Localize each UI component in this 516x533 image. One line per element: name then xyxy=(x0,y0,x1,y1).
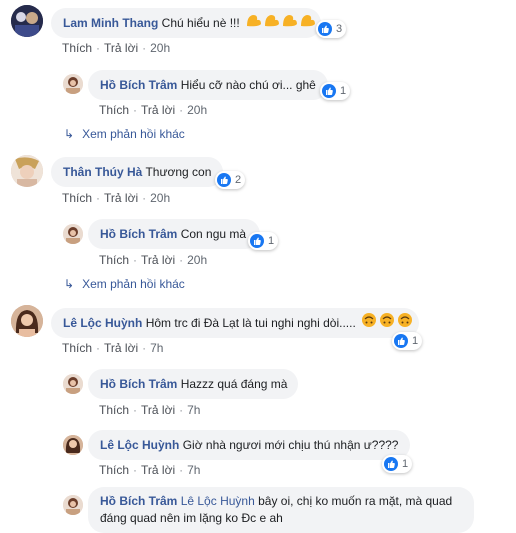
avatar-image-icon xyxy=(63,224,83,244)
reply-button[interactable]: Trả lời xyxy=(104,341,138,355)
comment-time[interactable]: 7h xyxy=(150,341,163,355)
avatar[interactable] xyxy=(63,224,83,244)
comment-text: Hazzz quá đáng mà xyxy=(180,377,288,391)
avatar[interactable] xyxy=(63,374,83,394)
comment-actions: Thích · Trả lời · 7h xyxy=(99,403,201,417)
reply-button[interactable]: Trả lời xyxy=(104,191,138,205)
avatar-image-icon xyxy=(63,374,83,394)
comment-actions: Thích · Trả lời · 7h xyxy=(99,463,201,477)
comment-bubble: Lê Lộc Huỳnh Hôm trc đi Đà Lạt là tui ng… xyxy=(51,308,419,338)
comment-text: Giờ nhà ngươi mới chịu thú nhận ư???? xyxy=(182,438,399,452)
comment-author[interactable]: Lê Lộc Huỳnh xyxy=(63,316,142,330)
more-replies-label: Xem phản hồi khác xyxy=(82,277,185,291)
comment-text: Hôm trc đi Đà Lạt là tui nghi nghi dòi..… xyxy=(145,316,356,330)
reply-arrow-icon: ↳ xyxy=(64,127,75,141)
comment-actions: Thích · Trả lời · 7h xyxy=(62,341,164,355)
thumbs-up-icon xyxy=(217,173,231,187)
comment-time[interactable]: 20h xyxy=(187,103,207,117)
like-button[interactable]: Thích xyxy=(99,103,129,117)
more-replies-link[interactable]: ↳ Xem phản hồi khác xyxy=(64,277,185,291)
like-button[interactable]: Thích xyxy=(62,41,92,55)
thumbs-up-icon xyxy=(384,457,398,471)
comment-bubble: Thân Thúy Hà Thương con xyxy=(51,157,223,187)
comment-bubble: Hồ Bích Trâm Lê Lộc Huỳnh bây oi, chị ko… xyxy=(88,487,474,533)
comment-bubble: Lê Lộc Huỳnh Giờ nhà ngươi mới chịu thú … xyxy=(88,430,410,460)
comment-author[interactable]: Thân Thúy Hà xyxy=(63,165,142,179)
avatar-image-icon xyxy=(11,155,43,187)
avatar-image-icon xyxy=(11,305,43,337)
reply-button[interactable]: Trả lời xyxy=(141,103,175,117)
thumbs-up-icon xyxy=(322,84,336,98)
avatar-image-icon xyxy=(63,435,83,455)
comment-time[interactable]: 20h xyxy=(187,253,207,267)
avatar[interactable] xyxy=(63,435,83,455)
reaction-number: 1 xyxy=(268,235,275,247)
reaction-count[interactable]: 3 xyxy=(316,20,347,38)
avatar[interactable] xyxy=(11,305,43,337)
reply-button[interactable]: Trả lời xyxy=(141,253,175,267)
avatar[interactable] xyxy=(11,5,43,37)
comment-time[interactable]: 20h xyxy=(150,41,170,55)
reaction-number: 1 xyxy=(402,458,409,470)
reaction-count[interactable]: 1 xyxy=(320,82,351,100)
reaction-number: 1 xyxy=(340,85,347,97)
comment-text: Thương con xyxy=(145,165,212,179)
comment-author[interactable]: Hồ Bích Trâm xyxy=(100,78,177,92)
avatar-image-icon xyxy=(63,74,83,94)
reaction-number: 1 xyxy=(412,335,419,347)
reaction-number: 2 xyxy=(235,174,242,186)
comment-bubble: Hồ Bích Trâm Hiểu cỡ nào chú ơi... ghê xyxy=(88,70,328,100)
comment-time[interactable]: 7h xyxy=(187,463,200,477)
comment-author[interactable]: Lê Lộc Huỳnh xyxy=(100,438,179,452)
thumbs-up-icon xyxy=(250,234,264,248)
more-replies-link[interactable]: ↳ Xem phản hồi khác xyxy=(64,127,185,141)
reaction-count[interactable]: 1 xyxy=(382,455,413,473)
comment-actions: Thích · Trả lời · 20h xyxy=(62,41,171,55)
comment-actions: Thích · Trả lời · 20h xyxy=(99,253,208,267)
comment-bubble: Lam Minh Thang Chú hiểu nè !!! xyxy=(51,8,321,38)
thumbs-up-icon xyxy=(394,334,408,348)
comment-actions: Thích · Trả lời · 20h xyxy=(99,103,208,117)
comment-time[interactable]: 7h xyxy=(187,403,200,417)
comment-author[interactable]: Hồ Bích Trâm xyxy=(100,494,177,508)
comment-text-continued: đáng quad nên im lặng ko Đc e ah xyxy=(100,511,283,525)
comment-bubble: Hồ Bích Trâm Hazzz quá đáng mà xyxy=(88,369,298,399)
avatar[interactable] xyxy=(11,155,43,187)
comment-text: Chú hiểu nè !!! xyxy=(161,16,240,30)
avatar-image-icon xyxy=(11,5,43,37)
like-button[interactable]: Thích xyxy=(99,463,129,477)
comment-author[interactable]: Hồ Bích Trâm xyxy=(100,227,177,241)
comment-text: bây oi, chị ko muốn ra mặt, mà quad xyxy=(258,494,453,508)
comment-bubble: Hồ Bích Trâm Con ngu mà xyxy=(88,219,260,249)
reaction-count[interactable]: 1 xyxy=(248,232,279,250)
reply-button[interactable]: Trả lời xyxy=(104,41,138,55)
reply-arrow-icon: ↳ xyxy=(64,277,75,291)
avatar[interactable] xyxy=(63,495,83,515)
like-button[interactable]: Thích xyxy=(62,191,92,205)
reaction-count[interactable]: 1 xyxy=(392,332,423,350)
flexed-biceps-emoji xyxy=(245,9,317,39)
thumbs-up-icon xyxy=(318,22,332,36)
comment-text: Con ngu mà xyxy=(180,227,247,241)
mentioned-user[interactable]: Lê Lộc Huỳnh xyxy=(181,494,255,508)
comment-actions: Thích · Trả lời · 20h xyxy=(62,191,171,205)
comment-time[interactable]: 20h xyxy=(150,191,170,205)
comment-author[interactable]: Lam Minh Thang xyxy=(63,16,158,30)
like-button[interactable]: Thích xyxy=(99,253,129,267)
reply-button[interactable]: Trả lời xyxy=(141,463,175,477)
comment-text: Hiểu cỡ nào chú ơi... ghê xyxy=(180,78,316,92)
like-button[interactable]: Thích xyxy=(62,341,92,355)
reply-button[interactable]: Trả lời xyxy=(141,403,175,417)
like-button[interactable]: Thích xyxy=(99,403,129,417)
more-replies-label: Xem phản hồi khác xyxy=(82,127,185,141)
reaction-number: 3 xyxy=(336,23,343,35)
reaction-count[interactable]: 2 xyxy=(215,171,246,189)
avatar[interactable] xyxy=(63,74,83,94)
comment-author[interactable]: Hồ Bích Trâm xyxy=(100,377,177,391)
avatar-image-icon xyxy=(63,495,83,515)
